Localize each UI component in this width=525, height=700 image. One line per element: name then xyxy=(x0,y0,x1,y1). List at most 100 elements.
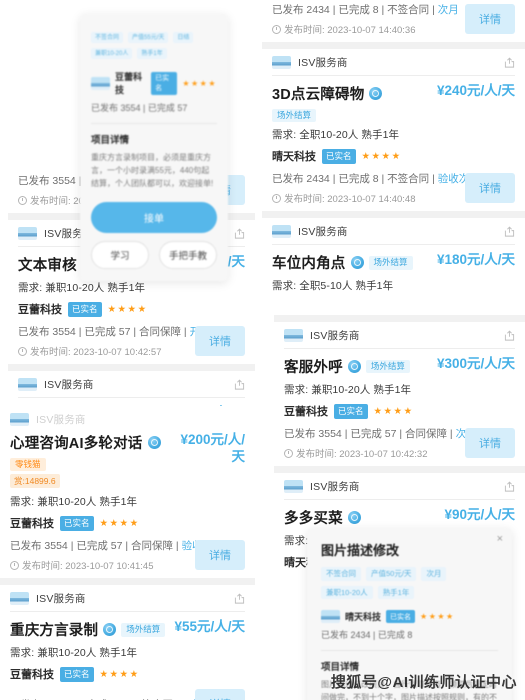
company-name: 豆蕾科技 xyxy=(10,518,54,531)
dialog-section-title: 项目详情 xyxy=(91,135,130,146)
screenshot-collage: 已发布 2434 | 已完成 8 | 不签合同 | 次月 发布时间: 2023-… xyxy=(0,0,525,700)
detail-button[interactable]: 详情 xyxy=(465,428,515,458)
ai-badge-icon xyxy=(347,511,361,524)
dialog-tag-list: 不签合同 产值50元/天 次月 兼职10-20人 熟手1年 xyxy=(321,567,498,599)
share-icon[interactable] xyxy=(234,228,245,240)
isv-logo-icon xyxy=(284,480,303,493)
detail-button[interactable]: 详情 xyxy=(465,173,515,204)
task-stats: 已发布 3554 | 已完成 57 | 合同保障 | 开票60天 xyxy=(18,326,233,338)
task-title: 文本审核 xyxy=(18,258,77,274)
task-stats: 已发布 2434 | 已完成 8 | 不签合同 | 次月 xyxy=(272,4,459,16)
card-separator xyxy=(262,42,525,49)
rating-stars: ★★★★ xyxy=(420,612,455,621)
isv-label: ISV服务商 xyxy=(310,330,360,342)
publish-time: 发布时间: 2023-10-07 14:40:48 xyxy=(272,191,457,205)
company-name: 豆蕾科技 xyxy=(115,72,143,95)
task-title: 车位内角点 xyxy=(272,256,346,273)
isv-header: ISV服务商 xyxy=(0,406,255,429)
settlement-tag: 场外结算 xyxy=(272,109,317,123)
share-icon[interactable] xyxy=(234,593,245,605)
isv-header: ISV服务商 xyxy=(274,322,525,348)
verified-badge: 已实名 xyxy=(386,610,416,623)
right-task-column: 已发布 2434 | 已完成 8 | 不签合同 | 次月 发布时间: 2023-… xyxy=(262,0,525,579)
task-price: ¥180元/人/天 xyxy=(436,252,515,268)
promo-tag: 零钱猫 xyxy=(10,458,46,472)
card-separator xyxy=(274,466,525,473)
task-card-3d-point-cloud[interactable]: ISV服务商 3D点云障碍物 场外结算 ¥240元/人/天 需求: 全职10-2… xyxy=(262,49,525,212)
close-icon[interactable]: × xyxy=(497,534,503,545)
isv-logo-icon xyxy=(18,227,37,240)
isv-label: ISV服务商 xyxy=(36,414,86,426)
clock-icon xyxy=(284,448,293,458)
isv-header: ISV服务商 xyxy=(0,585,255,612)
settlement-tag: 场外结算 xyxy=(365,359,410,374)
isv-logo-icon xyxy=(272,56,291,69)
dialog-tag: 兼职10-20人 xyxy=(91,48,133,59)
dialog-tag: 不签合同 xyxy=(321,567,361,581)
task-requirement: 需求: 全职5-10人 熟手1年 xyxy=(272,280,394,293)
isv-label: ISV服务商 xyxy=(298,57,348,69)
divider xyxy=(321,650,498,651)
isv-logo-icon xyxy=(272,225,291,239)
ai-badge-icon xyxy=(350,256,364,270)
isv-header: ISV服务商 xyxy=(8,371,255,397)
task-card-psych-dialogue[interactable]: ISV服务商 心理咨询AI多轮对话 零钱猫 ¥200元/人/天 赏:14899.… xyxy=(0,406,255,579)
rating-stars: ★★★★ xyxy=(99,517,140,529)
ai-badge-icon xyxy=(347,360,361,373)
dialog-tag: 日结 xyxy=(173,32,194,43)
reward-badge: 赏:14899.6 xyxy=(10,474,60,489)
detail-button[interactable]: 详情 xyxy=(195,540,245,571)
ai-badge-icon xyxy=(147,436,161,449)
publish-time: 发布时间: 2023-10-07 10:41:45 xyxy=(10,558,187,572)
task-requirement: 需求: 全职10-20人 熟手1年 xyxy=(272,129,400,142)
clock-icon xyxy=(10,560,19,570)
dialog-description: 重庆方言录制项目，必须是重庆方言，一个小时录满55元，440句起结算，个人团队都… xyxy=(91,153,214,189)
task-title: 重庆方言录制 xyxy=(10,623,99,640)
share-icon[interactable] xyxy=(504,57,515,69)
card-separator xyxy=(0,578,255,586)
detail-button[interactable]: 详情 xyxy=(465,4,515,34)
isv-header: ISV服务商 xyxy=(262,218,525,245)
settlement-tag: 场外结算 xyxy=(368,256,413,270)
verified-badge: 已实名 xyxy=(322,148,356,164)
accept-order-button[interactable]: 接单 xyxy=(91,201,217,233)
isv-logo-icon xyxy=(10,413,29,426)
task-requirement: 需求: 兼职10-20人 熟手1年 xyxy=(10,647,138,660)
company-name: 晴天科技 xyxy=(345,612,382,622)
clock-icon xyxy=(18,195,27,205)
dialog-tag: 产值55元/天 xyxy=(128,32,169,43)
detail-button[interactable]: 详情 xyxy=(195,326,245,356)
task-title: 心理咨询AI多轮对话 xyxy=(10,436,143,452)
dialog-tag: 不签合同 xyxy=(91,32,124,43)
dialog-tag: 兼职10-20人 xyxy=(321,585,373,599)
isv-label: ISV服务商 xyxy=(44,379,94,391)
share-icon[interactable] xyxy=(234,379,245,391)
task-requirement: 需求: 兼职10-20人 熟手1年 xyxy=(10,496,138,509)
task-card-customer-service[interactable]: ISV服务商 客服外呼 场外结算 ¥300元/人/天 需求: 兼职10-20人 … xyxy=(274,322,525,466)
company-name: 豆蕾科技 xyxy=(284,406,328,418)
clock-icon xyxy=(272,193,281,203)
hands-on-teach-button[interactable]: 手把手教 xyxy=(159,240,217,269)
learn-button[interactable]: 学习 xyxy=(91,240,149,269)
isv-logo-icon xyxy=(10,592,29,606)
publish-time: 发布时间: 2023-10-07 14:40:36 xyxy=(272,22,457,36)
share-icon[interactable] xyxy=(504,226,515,238)
rating-stars: ★★★★ xyxy=(361,150,402,162)
dialog-tag: 次月 xyxy=(421,567,447,581)
isv-label: ISV服务商 xyxy=(298,226,348,239)
task-title: 客服外呼 xyxy=(284,360,343,376)
task-requirement: 需求: 兼职10-20人 熟手1年 xyxy=(18,282,146,294)
task-card-parking-corner[interactable]: ISV服务商 车位内角点 场外结算 ¥180元/人/天 需求: 全职5-10人 … xyxy=(262,218,525,304)
share-icon[interactable] xyxy=(504,481,515,493)
isv-label: ISV服务商 xyxy=(36,593,86,606)
share-icon[interactable] xyxy=(504,330,515,342)
task-price: ¥200元/人/天 xyxy=(180,432,245,464)
task-title: 3D点云障碍物 xyxy=(272,87,365,103)
card-separator xyxy=(8,364,255,371)
card-separator xyxy=(274,315,525,322)
task-detail-dialog-top[interactable]: 图片描述修改 不签合同 产值55元/天 日结 兼职10-20人 熟手1年 豆蕾科… xyxy=(80,14,228,281)
dialog-stats: 已发布 2434 | 已完成 8 xyxy=(321,630,413,640)
dialog-tag: 熟手1年 xyxy=(137,48,167,59)
isv-label: ISV服务商 xyxy=(310,481,360,493)
rating-stars: ★★★★ xyxy=(107,303,148,315)
